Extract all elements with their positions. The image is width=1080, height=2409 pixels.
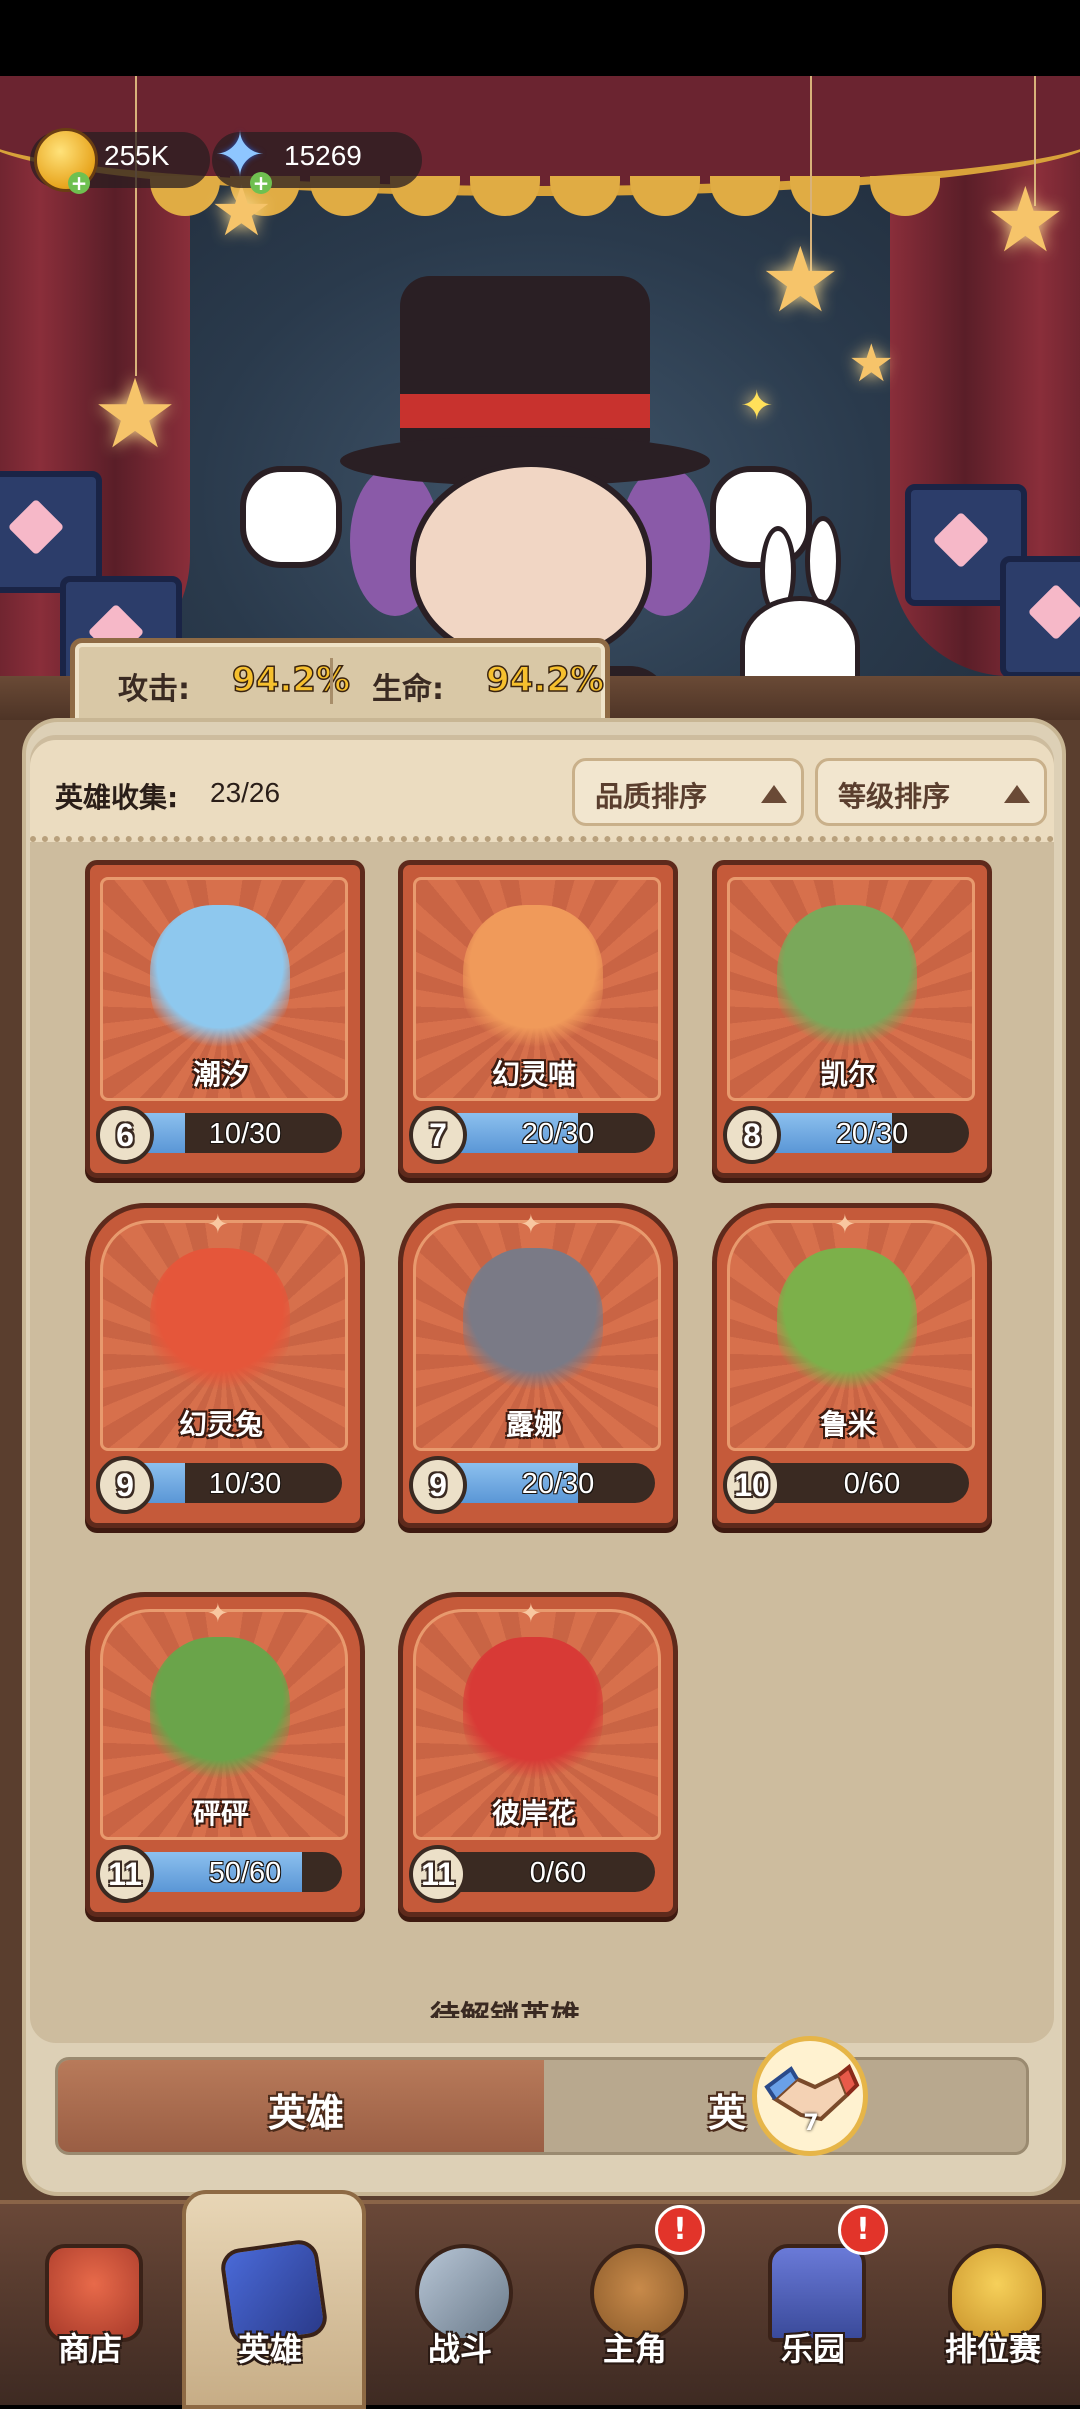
hero-name: 鲁米 xyxy=(819,1408,876,1441)
hero-level-badge: 7 xyxy=(409,1106,467,1164)
scallop xyxy=(470,176,540,216)
attack-label: 攻击: xyxy=(118,672,190,707)
hanging-star-icon: ★ xyxy=(985,168,1066,273)
hero-level-badge: 11 xyxy=(96,1845,154,1903)
hero-level-badge: 10 xyxy=(723,1456,781,1514)
hero-portrait xyxy=(150,905,290,1055)
hero-name: 砰砰 xyxy=(192,1797,249,1830)
alert-badge-icon: ! xyxy=(655,2205,705,2255)
tab-hero-label: 英雄 xyxy=(268,2091,345,2135)
hero-portrait xyxy=(777,905,917,1055)
hero-card-chaoxi[interactable]: 潮汐 10/30 6 xyxy=(85,860,365,1178)
nav-ranked[interactable]: 排位赛 xyxy=(918,2230,1068,2400)
level-sort-label: 等级排序 xyxy=(838,780,951,813)
nav-heroes-label: 英雄 xyxy=(237,2330,302,2368)
sparkle-icon: ✦ xyxy=(740,383,774,429)
hero-name: 露娜 xyxy=(505,1408,562,1441)
hero-card-kaier[interactable]: 凯尔 20/30 8 xyxy=(712,860,992,1178)
scallop xyxy=(710,176,780,216)
nav-battle[interactable]: 战斗 xyxy=(385,2230,535,2400)
hero-card-huanlingmiao[interactable]: 幻灵喵 20/30 7 xyxy=(398,860,678,1178)
hero-portrait xyxy=(150,1637,290,1787)
card-sparkle-icon: ✦ xyxy=(834,1210,856,1240)
hero-name: 幻灵喵 xyxy=(491,1058,576,1091)
handshake-badge: 7 xyxy=(803,2111,819,2136)
status-bar xyxy=(0,0,1080,76)
card-sparkle-icon: ✦ xyxy=(520,1210,542,1240)
star-amount: 15269 xyxy=(284,140,362,171)
card-sparkle-icon: ✦ xyxy=(520,1599,542,1629)
collection-count: 23/26 xyxy=(210,777,281,808)
magic-box xyxy=(0,471,102,593)
hero-name: 潮汐 xyxy=(192,1058,249,1091)
handshake-icon[interactable]: 7 xyxy=(752,2036,868,2156)
sort-up-icon xyxy=(761,785,787,803)
card-sparkle-icon: ✦ xyxy=(207,1599,229,1629)
nav-ranked-label: 排位赛 xyxy=(944,2330,1041,2368)
locked-heroes-heading: 待解锁英雄 xyxy=(430,2000,580,2018)
hero-portrait xyxy=(463,1637,603,1787)
nav-hero-main-label: 主角 xyxy=(602,2330,667,2368)
nav-paradise-label: 乐园 xyxy=(780,2330,845,2368)
magic-box xyxy=(1000,556,1080,676)
collection-label: 英雄收集: xyxy=(55,781,179,814)
hero-portrait xyxy=(777,1248,917,1398)
hero-name: 幻灵兔 xyxy=(178,1408,263,1441)
hp-value: 94.2% xyxy=(485,659,604,701)
sort-up-icon xyxy=(1004,785,1030,803)
hp-label: 生命: xyxy=(372,672,444,707)
quality-sort-label: 品质排序 xyxy=(595,780,708,813)
level-sort-button[interactable]: 等级排序 xyxy=(815,758,1047,826)
hero-portrait xyxy=(463,1248,603,1398)
hero-card-lumi[interactable]: ✦ 鲁米 0/60 10 xyxy=(712,1203,992,1528)
add-star-icon[interactable]: + xyxy=(250,172,272,194)
hero-portrait xyxy=(463,905,603,1055)
hanging-star-icon: ★ xyxy=(760,228,841,333)
scallop xyxy=(630,176,700,216)
hero-level-badge: 11 xyxy=(409,1845,467,1903)
hero-name: 彼岸花 xyxy=(491,1797,576,1830)
nav-battle-label: 战斗 xyxy=(427,2330,492,2368)
nav-shop[interactable]: 商店 xyxy=(15,2230,165,2400)
coin-amount: 255K xyxy=(104,140,170,171)
hero-level-badge: 9 xyxy=(409,1456,467,1514)
hero-card-huanlingtu[interactable]: ✦ 幻灵兔 10/30 9 xyxy=(85,1203,365,1528)
tab-second-label[interactable]: 英 xyxy=(708,2082,746,2137)
scallop xyxy=(550,176,620,216)
nav-shop-label: 商店 xyxy=(57,2330,122,2368)
hero-level-badge: 9 xyxy=(96,1456,154,1514)
hanging-star-icon: ★ xyxy=(848,334,895,394)
alert-badge-icon: ! xyxy=(838,2205,888,2255)
scallop xyxy=(790,176,860,216)
hanging-star-icon: ★ xyxy=(92,358,179,470)
nav-paradise[interactable]: 乐园 xyxy=(738,2230,888,2400)
glove-left xyxy=(240,466,342,568)
card-sparkle-icon: ✦ xyxy=(207,1210,229,1240)
nav-heroes[interactable]: 英雄 xyxy=(195,2230,345,2400)
hero-card-pengpeng[interactable]: ✦ 砰砰 50/60 11 xyxy=(85,1592,365,1917)
star-string xyxy=(135,76,137,376)
hero-tabs: 英雄 英 xyxy=(55,2057,1029,2155)
hero-card-bianhua[interactable]: ✦ 彼岸花 0/60 11 xyxy=(398,1592,678,1917)
add-coin-icon[interactable]: + xyxy=(68,172,90,194)
hero-level-badge: 6 xyxy=(96,1106,154,1164)
nav-hero-main[interactable]: 主角 xyxy=(560,2230,710,2400)
hero-card-luna[interactable]: ✦ 露娜 20/30 9 xyxy=(398,1203,678,1528)
quality-sort-button[interactable]: 品质排序 xyxy=(572,758,804,826)
hero-name: 凯尔 xyxy=(819,1058,876,1091)
bunny xyxy=(740,596,860,676)
hero-portrait xyxy=(150,1248,290,1398)
magician-character xyxy=(330,276,730,676)
hero-level-badge: 8 xyxy=(723,1106,781,1164)
